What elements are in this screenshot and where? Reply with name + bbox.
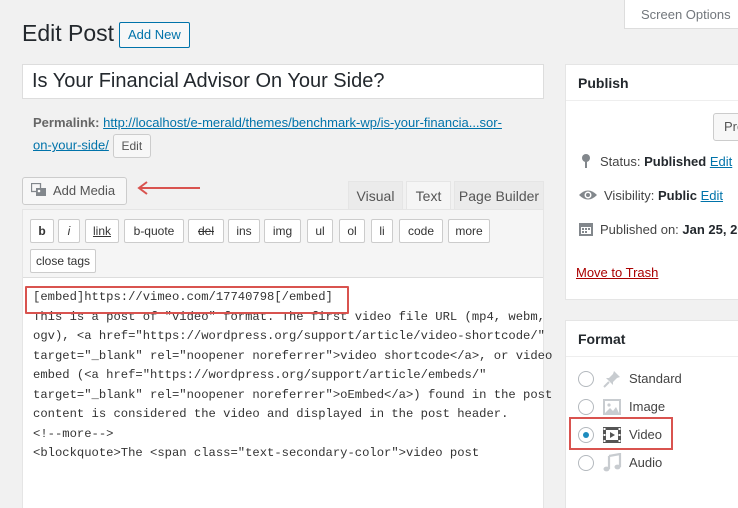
quicktags-toolbar: b i link b-quote del ins img ul ol li co…	[23, 210, 543, 278]
permalink-label: Permalink:	[33, 115, 100, 130]
pin-icon	[602, 369, 622, 389]
annotation-arrow-icon	[137, 181, 200, 195]
post-title-input[interactable]: Is Your Financial Advisor On Your Side?	[22, 64, 544, 99]
pin-icon	[578, 153, 594, 169]
qt-bold-button[interactable]: b	[30, 219, 54, 243]
qt-italic-button[interactable]: i	[58, 219, 80, 243]
qt-close-tags-button[interactable]: close tags	[30, 249, 96, 273]
content-line: embed (<a href="https://wordpress.org/su…	[33, 368, 487, 382]
preview-button[interactable]: Pre	[713, 113, 738, 141]
move-to-trash-link[interactable]: Move to Trash	[576, 265, 658, 280]
format-heading: Format	[566, 321, 738, 357]
eye-icon	[578, 187, 598, 203]
music-icon	[602, 452, 622, 473]
status-row: Status: Published Edit	[578, 153, 732, 169]
content-line: <blockquote>The <span class="text-second…	[33, 446, 480, 460]
visibility-edit-link[interactable]: Edit	[701, 188, 723, 203]
qt-img-button[interactable]: img	[264, 219, 301, 243]
content-line: target="_blank" rel="noopener noreferrer…	[33, 387, 553, 402]
media-icon	[30, 180, 47, 196]
format-label: Standard	[629, 371, 682, 386]
permalink-edit-button[interactable]: Edit	[112, 134, 152, 158]
publish-box: Publish Pre Status: Published Edit Visib…	[565, 64, 738, 300]
status-edit-link[interactable]: Edit	[710, 154, 732, 169]
format-label: Audio	[629, 455, 663, 470]
tab-visual[interactable]: Visual	[348, 181, 403, 211]
add-media-button[interactable]: Add Media	[22, 177, 127, 205]
format-box: Format Standard Image Video Audio	[565, 320, 738, 508]
embed-highlight-box	[25, 286, 349, 314]
page-title: Edit Post	[22, 20, 115, 46]
editor-content[interactable]: [embed]https://vimeo.com/17740798[/embed…	[33, 288, 553, 464]
qt-del-button[interactable]: del	[188, 219, 224, 243]
permalink: Permalink: http://localhost/e-merald/the…	[33, 112, 533, 158]
qt-ol-button[interactable]: ol	[339, 219, 365, 243]
format-radio[interactable]	[578, 455, 594, 471]
content-line: content is considered the video and disp…	[33, 407, 509, 421]
content-line: ogv), <a href="https://wordpress.org/sup…	[33, 329, 545, 343]
qt-ul-button[interactable]: ul	[307, 219, 333, 243]
image-icon	[602, 397, 622, 417]
qt-li-button[interactable]: li	[371, 219, 393, 243]
qt-ins-button[interactable]: ins	[228, 219, 260, 243]
content-line: <!--more-->	[33, 426, 114, 441]
format-radio[interactable]	[578, 371, 594, 387]
qt-blockquote-button[interactable]: b-quote	[124, 219, 184, 243]
text-editor[interactable]: b i link b-quote del ins img ul ol li co…	[22, 209, 553, 508]
calendar-icon	[578, 221, 594, 237]
tab-text[interactable]: Text	[406, 181, 451, 211]
visibility-row: Visibility: Public Edit	[578, 187, 723, 203]
published-row: Published on: Jan 25, 20	[578, 221, 738, 237]
permalink-url[interactable]: http://localhost/e-merald/themes/benchma…	[33, 115, 502, 152]
tab-page-builder[interactable]: Page Builder	[454, 181, 544, 211]
video-highlight-box	[569, 417, 673, 450]
content-line: target="_blank" rel="noopener noreferrer…	[33, 348, 553, 363]
qt-more-button[interactable]: more	[448, 219, 490, 243]
qt-link-button[interactable]: link	[85, 219, 119, 243]
add-media-label: Add Media	[53, 183, 116, 198]
screen-options-button[interactable]: Screen Options	[624, 0, 738, 29]
format-radio[interactable]	[578, 399, 594, 415]
add-new-button[interactable]: Add New	[119, 22, 190, 48]
publish-heading: Publish	[566, 65, 738, 101]
format-label: Image	[629, 399, 666, 414]
qt-code-button[interactable]: code	[399, 219, 443, 243]
